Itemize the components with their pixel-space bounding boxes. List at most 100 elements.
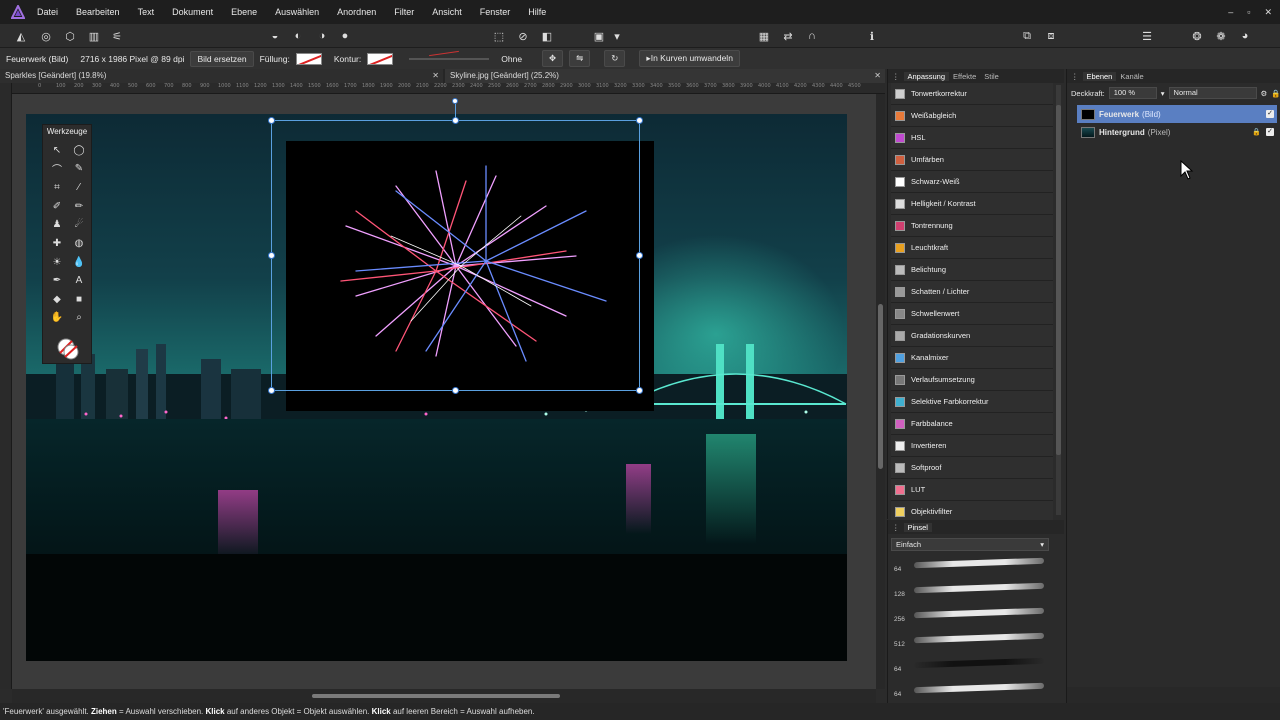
resize-handle[interactable] [268,252,275,259]
adjustment-item[interactable]: Helligkeit / Kontrast [891,193,1053,215]
resize-handle[interactable] [452,387,459,394]
auto-levels-icon[interactable]: ◒ [266,27,284,45]
chevron-down-icon[interactable]: ▾ [608,27,626,45]
resize-handle[interactable] [636,252,643,259]
adjustment-item[interactable]: Gradationskurven [891,325,1053,347]
adjustment-item[interactable]: Schwarz-Weiß [891,171,1053,193]
photo-persona-icon[interactable]: ◭ [12,27,30,45]
export-persona-icon[interactable]: ⚟ [108,27,126,45]
resize-handle[interactable] [636,387,643,394]
invert-selection-icon[interactable]: ◧ [538,27,556,45]
rectangle-tool-icon[interactable]: ■ [70,290,88,308]
maximize-button[interactable]: ▫ [1247,7,1250,17]
blur-tool-icon[interactable]: 💧 [70,253,88,271]
stroke-width-slider[interactable] [409,57,490,60]
boolean-subtract-icon[interactable]: ❁ [1212,27,1230,45]
zoom-tool-icon[interactable]: ⌕ [70,308,88,326]
stroke-style[interactable]: Ohne [501,54,522,64]
color-swatch-icon[interactable] [56,337,80,361]
adjustment-item[interactable]: Schwellenwert [891,303,1053,325]
clone-tool-icon[interactable]: ♟ [48,215,66,233]
smudge-tool-icon[interactable]: ☄ [70,215,88,233]
stroke-swatch[interactable] [367,52,394,65]
menu-filter[interactable]: Filter [385,0,423,24]
tab-effects[interactable]: Effekte [949,72,980,81]
magnet-icon[interactable]: ∩ [803,27,821,45]
canvas-area[interactable] [12,94,885,689]
menu-ansicht[interactable]: Ansicht [423,0,471,24]
close-window-button[interactable]: ✕ [1264,7,1272,18]
tab-brushes[interactable]: Pinsel [903,522,932,532]
minimize-button[interactable]: – [1228,7,1233,17]
selection-brush-tool-icon[interactable]: ✎ [70,159,88,177]
lock-icon[interactable]: 🔒 [1252,128,1261,136]
color-picker-tool-icon[interactable]: ⁄ [70,178,88,196]
snapping-icon[interactable]: ⇄ [779,27,797,45]
resize-handle[interactable] [268,387,275,394]
pen-tool-icon[interactable]: ✒ [48,271,66,289]
boolean-intersect-icon[interactable]: ◕ [1236,27,1254,45]
tab-channels[interactable]: Kanäle [1116,72,1147,81]
adjustment-item[interactable]: Tontrennung [891,215,1053,237]
text-tool-icon[interactable]: A [70,271,88,289]
layer-row-hintergrund[interactable]: Hintergrund (Pixel) 🔒 ✓ [1077,123,1277,141]
arrange-back-icon[interactable]: ⧉ [1018,27,1036,45]
adjustment-item[interactable]: Schatten / Lichter [891,281,1053,303]
adjustment-item[interactable]: Invertieren [891,435,1053,457]
deselect-icon[interactable]: ⊘ [514,27,532,45]
boolean-add-icon[interactable]: ❂ [1188,27,1206,45]
tab-layers[interactable]: Ebenen [1082,71,1117,81]
adjustment-item[interactable]: Tonwertkorrektur [891,83,1053,105]
tone-mapping-persona-icon[interactable]: ▥ [85,27,103,45]
lock-icon[interactable]: 🔒 [1271,89,1280,98]
adjustment-item[interactable]: Softproof [891,457,1053,479]
close-tab-button[interactable]: ✕ [874,69,881,83]
chevron-down-icon[interactable]: ▾ [1161,89,1165,98]
tab-styles[interactable]: Stile [980,72,1003,81]
adjustment-item[interactable]: HSL [891,127,1053,149]
adjustment-item[interactable]: Leuchtkraft [891,237,1053,259]
canvas-vertical-scrollbar[interactable] [876,94,885,689]
opacity-field[interactable]: 100 % [1108,87,1157,99]
tab-skyline[interactable]: Skyline.jpg [Geändert] (25.2%) ✕ [445,69,885,83]
brush-preset[interactable]: 128 [894,581,1049,603]
grid-icon[interactable]: ▦ [755,27,773,45]
auto-white-balance-icon[interactable]: ● [336,27,354,45]
adjustment-item[interactable]: Farbbalance [891,413,1053,435]
develop-persona-icon[interactable]: ⬡ [61,27,79,45]
layer-row-feuerwerk[interactable]: Feuerwerk (Bild) ✓ [1077,105,1277,123]
adjustment-item[interactable]: Kanalmixer [891,347,1053,369]
adjustment-item[interactable]: Umfärben [891,149,1053,171]
brush-category-select[interactable]: Einfach ▾ [891,538,1049,551]
gear-icon[interactable]: ⚙ [1261,89,1268,98]
brush-preset[interactable]: 64 [894,556,1049,578]
align-icon[interactable]: ☰ [1138,27,1156,45]
blend-mode-select[interactable]: Normal [1168,87,1257,99]
arrange-forward-icon[interactable]: ⧈ [1042,27,1060,45]
menu-datei[interactable]: Datei [28,0,67,24]
resize-handle[interactable] [636,117,643,124]
move-icon[interactable]: ✥ [542,50,564,67]
healing-brush-tool-icon[interactable]: ✚ [48,234,66,252]
flip-icon[interactable]: ⇋ [569,50,591,67]
menu-auswaehlen[interactable]: Auswählen [266,0,328,24]
paint-brush-tool-icon[interactable]: ✐ [48,197,66,215]
red-eye-tool-icon[interactable]: ◍ [70,234,88,252]
menu-dokument[interactable]: Dokument [163,0,222,24]
adjustment-item[interactable]: Belichtung [891,259,1053,281]
affinity-photo-logo-icon[interactable] [8,4,28,20]
dodge-tool-icon[interactable]: ☀ [48,253,66,271]
close-tab-button[interactable]: ✕ [432,69,439,83]
fill-swatch[interactable] [295,52,322,65]
freehand-select-tool-icon[interactable]: ⌒ [48,159,66,177]
menu-hilfe[interactable]: Hilfe [519,0,555,24]
resize-handle[interactable] [268,117,275,124]
menu-fenster[interactable]: Fenster [471,0,520,24]
brush-preset[interactable]: 512 [894,631,1049,653]
brush-preset[interactable]: 64 [894,656,1049,678]
adjustments-scrollbar[interactable] [1056,85,1061,515]
menu-anordnen[interactable]: Anordnen [328,0,385,24]
auto-contrast-icon[interactable]: ◐ [289,27,307,45]
hand-tool-icon[interactable]: ✋ [48,308,66,326]
adjustment-item[interactable]: LUT [891,479,1053,501]
